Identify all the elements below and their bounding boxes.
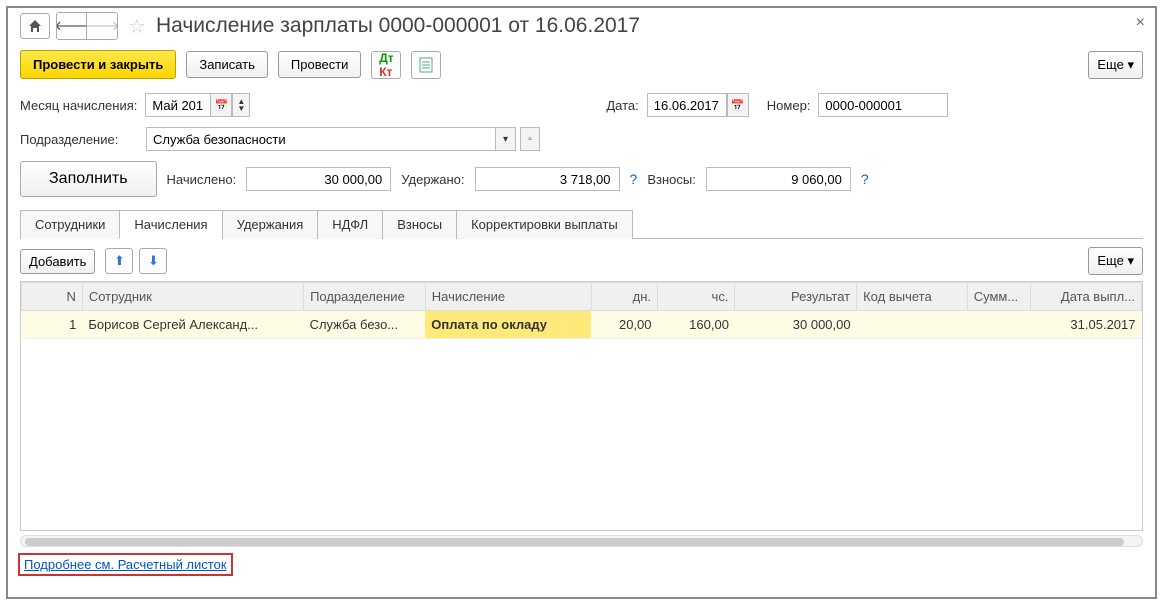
month-label: Месяц начисления: xyxy=(20,98,137,113)
tab-corrections[interactable]: Корректировки выплаты xyxy=(456,210,633,239)
page-title: Начисление зарплаты 0000-000001 от 16.06… xyxy=(156,14,640,38)
dept-input[interactable] xyxy=(146,127,496,151)
col-ded-code[interactable]: Код вычета xyxy=(857,283,968,311)
debit-credit-button[interactable]: ДтКт xyxy=(371,51,401,79)
col-result[interactable]: Результат xyxy=(735,283,857,311)
accrued-label: Начислено: xyxy=(167,172,237,187)
col-hours[interactable]: чс. xyxy=(658,283,735,311)
date-input[interactable] xyxy=(647,93,727,117)
forward-button[interactable]: 🡒 xyxy=(87,13,117,39)
withheld-label: Удержано: xyxy=(401,172,464,187)
col-days[interactable]: дн. xyxy=(591,283,657,311)
month-input[interactable] xyxy=(145,93,210,117)
month-spinner[interactable]: ▲▼ xyxy=(232,93,250,117)
chevron-down-icon: ▾ xyxy=(1127,253,1134,268)
home-icon xyxy=(28,19,42,33)
tab-contributions[interactable]: Взносы xyxy=(382,210,457,239)
horizontal-scrollbar[interactable] xyxy=(20,535,1143,547)
chevron-down-icon: ▾ xyxy=(1127,57,1134,72)
tab-accruals[interactable]: Начисления xyxy=(119,210,222,239)
dept-open-button[interactable]: ▫ xyxy=(520,127,540,151)
more-button[interactable]: Еще ▾ xyxy=(1088,51,1143,79)
dtkt-icon: ДтКт xyxy=(379,51,393,79)
tab-employees[interactable]: Сотрудники xyxy=(20,210,120,239)
date-label: Дата: xyxy=(606,98,638,113)
withheld-help-icon[interactable]: ? xyxy=(630,171,638,187)
favorite-icon[interactable]: ☆ xyxy=(128,14,146,39)
move-down-button[interactable]: ⬇ xyxy=(139,248,167,274)
home-button[interactable] xyxy=(20,13,50,39)
tab-more-button[interactable]: Еще ▾ xyxy=(1088,247,1143,275)
document-icon xyxy=(419,57,433,73)
contrib-input[interactable] xyxy=(706,167,851,191)
col-sum[interactable]: Сумм... xyxy=(967,283,1031,311)
save-button[interactable]: Записать xyxy=(186,51,268,78)
contrib-label: Взносы: xyxy=(647,172,696,187)
dept-label: Подразделение: xyxy=(20,132,138,147)
close-icon[interactable]: × xyxy=(1136,14,1145,32)
back-button[interactable]: 🡐 xyxy=(57,13,87,39)
withheld-input[interactable] xyxy=(475,167,620,191)
post-button[interactable]: Провести xyxy=(278,51,362,78)
fill-button[interactable]: Заполнить xyxy=(20,161,157,197)
col-pay-date[interactable]: Дата выпл... xyxy=(1031,283,1142,311)
col-employee[interactable]: Сотрудник xyxy=(82,283,303,311)
date-picker-button[interactable]: 📅 xyxy=(727,93,749,117)
accruals-table[interactable]: N Сотрудник Подразделение Начисление дн.… xyxy=(20,281,1143,531)
post-and-close-button[interactable]: Провести и закрыть xyxy=(20,50,176,79)
contrib-help-icon[interactable]: ? xyxy=(861,171,869,187)
tab-ndfl[interactable]: НДФЛ xyxy=(317,210,383,239)
report-button[interactable] xyxy=(411,51,441,79)
month-picker-button[interactable]: 📅 xyxy=(210,93,232,117)
add-row-button[interactable]: Добавить xyxy=(20,249,95,274)
table-row[interactable]: 1 Борисов Сергей Александ... Служба безо… xyxy=(22,311,1142,339)
col-dept[interactable]: Подразделение xyxy=(304,283,426,311)
tab-deductions[interactable]: Удержания xyxy=(222,210,319,239)
number-input[interactable] xyxy=(818,93,948,117)
dept-dropdown-button[interactable]: ▾ xyxy=(496,127,516,151)
payslip-link[interactable]: Подробнее см. Расчетный листок xyxy=(20,555,231,574)
col-accrual[interactable]: Начисление xyxy=(425,283,591,311)
col-n[interactable]: N xyxy=(22,283,83,311)
number-label: Номер: xyxy=(767,98,811,113)
accrued-input[interactable] xyxy=(246,167,391,191)
move-up-button[interactable]: ⬆ xyxy=(105,248,133,274)
